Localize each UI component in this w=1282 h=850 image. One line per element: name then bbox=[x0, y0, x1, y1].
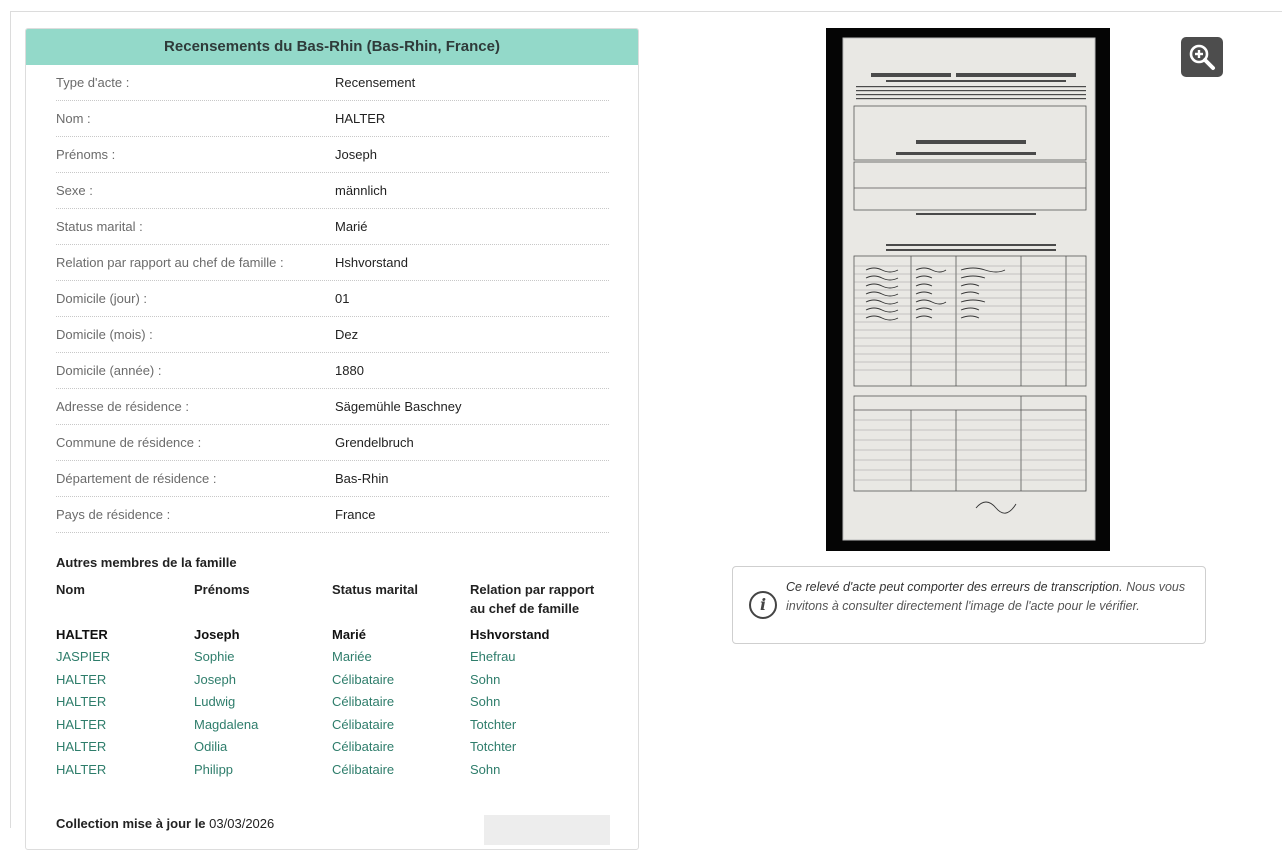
collection-updated-label: Collection mise à jour le bbox=[56, 816, 206, 831]
col-header-status: Status marital bbox=[332, 582, 418, 597]
field-row: Type d'acte : Recensement bbox=[56, 65, 609, 101]
member-status: Marié bbox=[332, 627, 366, 642]
member-status[interactable]: Célibataire bbox=[332, 759, 470, 782]
field-value: Dez bbox=[335, 327, 359, 342]
field-value: Hshvorstand bbox=[335, 255, 408, 270]
family-member-row[interactable]: HALTER Magdalena Célibataire Totchter bbox=[56, 714, 609, 737]
field-value: HALTER bbox=[335, 111, 386, 126]
member-nom[interactable]: HALTER bbox=[56, 759, 194, 782]
member-status[interactable]: Célibataire bbox=[332, 669, 470, 692]
field-value: Recensement bbox=[335, 75, 416, 90]
member-status[interactable]: Célibataire bbox=[332, 714, 470, 737]
census-document-image[interactable] bbox=[826, 28, 1110, 551]
field-label: Département de résidence : bbox=[56, 471, 217, 486]
member-prenoms[interactable]: Sophie bbox=[194, 646, 332, 669]
notice-text: Ce relevé d'acte peut comporter des erre… bbox=[786, 578, 1191, 616]
field-label: Domicile (année) : bbox=[56, 363, 162, 378]
field-row: Adresse de résidence : Sägemühle Baschney bbox=[56, 389, 609, 425]
member-status[interactable]: Célibataire bbox=[332, 691, 470, 714]
family-member-row[interactable]: HALTER Ludwig Célibataire Sohn bbox=[56, 691, 609, 714]
member-prenoms[interactable]: Odilia bbox=[194, 736, 332, 759]
member-prenoms[interactable]: Philipp bbox=[194, 759, 332, 782]
field-row: Domicile (jour) : 01 bbox=[56, 281, 609, 317]
member-relation[interactable]: Totchter bbox=[470, 736, 610, 759]
family-table-header: Nom Prénoms Status marital Relation par … bbox=[56, 580, 609, 624]
record-title: Recensements du Bas-Rhin (Bas-Rhin, Fran… bbox=[26, 29, 638, 65]
member-relation[interactable]: Sohn bbox=[470, 759, 610, 782]
field-row: Commune de résidence : Grendelbruch bbox=[56, 425, 609, 461]
member-relation[interactable]: Ehefrau bbox=[470, 646, 610, 669]
placeholder-box bbox=[484, 815, 610, 845]
member-nom[interactable]: HALTER bbox=[56, 691, 194, 714]
notice-strong: Ce relevé d'acte peut comporter des erre… bbox=[786, 580, 1123, 594]
field-label: Domicile (mois) : bbox=[56, 327, 153, 342]
field-row: Domicile (année) : 1880 bbox=[56, 353, 609, 389]
member-nom[interactable]: JASPIER bbox=[56, 646, 194, 669]
member-nom[interactable]: HALTER bbox=[56, 669, 194, 692]
member-nom[interactable]: HALTER bbox=[56, 714, 194, 737]
field-value: männlich bbox=[335, 183, 388, 198]
member-prenoms[interactable]: Joseph bbox=[194, 669, 332, 692]
field-label: Prénoms : bbox=[56, 147, 116, 162]
left-divider bbox=[10, 11, 11, 828]
family-members-list: JASPIER Sophie Mariée Ehefrau HALTER Joseph Cé… bbox=[56, 646, 609, 781]
family-table: Nom Prénoms Status marital Relation par … bbox=[56, 580, 609, 781]
field-label: Commune de résidence : bbox=[56, 435, 202, 450]
field-label: Nom : bbox=[56, 111, 91, 126]
member-relation[interactable]: Sohn bbox=[470, 691, 610, 714]
member-relation[interactable]: Sohn bbox=[470, 669, 610, 692]
member-prenoms[interactable]: Magdalena bbox=[194, 714, 332, 737]
member-status[interactable]: Célibataire bbox=[332, 736, 470, 759]
field-value: 01 bbox=[335, 291, 350, 306]
field-label: Status marital : bbox=[56, 219, 143, 234]
field-value: 1880 bbox=[335, 363, 364, 378]
collection-updated: Collection mise à jour le 03/03/2026 bbox=[56, 816, 274, 831]
member-relation[interactable]: Totchter bbox=[470, 714, 610, 737]
member-status[interactable]: Mariée bbox=[332, 646, 470, 669]
field-row: Nom : HALTER bbox=[56, 101, 609, 137]
field-value: Bas-Rhin bbox=[335, 471, 389, 486]
family-member-row[interactable]: HALTER Joseph Célibataire Sohn bbox=[56, 669, 609, 692]
member-nom: HALTER bbox=[56, 627, 108, 642]
col-header-nom: Nom bbox=[56, 582, 85, 597]
zoom-in-icon bbox=[1189, 44, 1215, 70]
family-member-row[interactable]: HALTER Odilia Célibataire Totchter bbox=[56, 736, 609, 759]
field-row: Relation par rapport au chef de famille … bbox=[56, 245, 609, 281]
field-row: Prénoms : Joseph bbox=[56, 137, 609, 173]
field-row: Pays de résidence : France bbox=[56, 497, 609, 533]
field-label: Adresse de résidence : bbox=[56, 399, 189, 414]
transcription-notice: i Ce relevé d'acte peut comporter des er… bbox=[732, 566, 1206, 644]
field-label: Pays de résidence : bbox=[56, 507, 171, 522]
col-header-prenoms: Prénoms bbox=[194, 582, 250, 597]
family-row-head-of-household: HALTER Joseph Marié Hshvorstand bbox=[56, 624, 609, 646]
member-prenoms[interactable]: Ludwig bbox=[194, 691, 332, 714]
collection-updated-date: 03/03/2026 bbox=[209, 816, 275, 831]
field-value: France bbox=[335, 507, 376, 522]
field-row: Sexe : männlich bbox=[56, 173, 609, 209]
field-label: Type d'acte : bbox=[56, 75, 130, 90]
member-nom[interactable]: HALTER bbox=[56, 736, 194, 759]
field-row: Domicile (mois) : Dez bbox=[56, 317, 609, 353]
field-label: Sexe : bbox=[56, 183, 93, 198]
top-divider bbox=[10, 11, 1282, 12]
field-value: Grendelbruch bbox=[335, 435, 414, 450]
field-value: Sägemühle Baschney bbox=[335, 399, 462, 414]
family-member-row[interactable]: JASPIER Sophie Mariée Ehefrau bbox=[56, 646, 609, 669]
field-label: Domicile (jour) : bbox=[56, 291, 148, 306]
record-fields: Type d'acte : Recensement Nom : HALTER Préno… bbox=[26, 65, 638, 533]
record-card: Recensements du Bas-Rhin (Bas-Rhin, Fran… bbox=[25, 28, 639, 850]
field-value: Marié bbox=[335, 219, 368, 234]
field-value: Joseph bbox=[335, 147, 377, 162]
zoom-in-button[interactable] bbox=[1181, 37, 1223, 77]
info-icon: i bbox=[749, 591, 777, 619]
col-header-relation: Relation par rapport au chef de famille bbox=[470, 582, 595, 616]
family-member-row[interactable]: HALTER Philipp Célibataire Sohn bbox=[56, 759, 609, 782]
member-prenoms: Joseph bbox=[194, 627, 240, 642]
field-row: Status marital : Marié bbox=[56, 209, 609, 245]
field-label: Relation par rapport au chef de famille … bbox=[56, 255, 284, 270]
member-relation: Hshvorstand bbox=[470, 627, 550, 642]
family-section-title: Autres membres de la famille bbox=[56, 555, 237, 570]
field-row: Département de résidence : Bas-Rhin bbox=[56, 461, 609, 497]
